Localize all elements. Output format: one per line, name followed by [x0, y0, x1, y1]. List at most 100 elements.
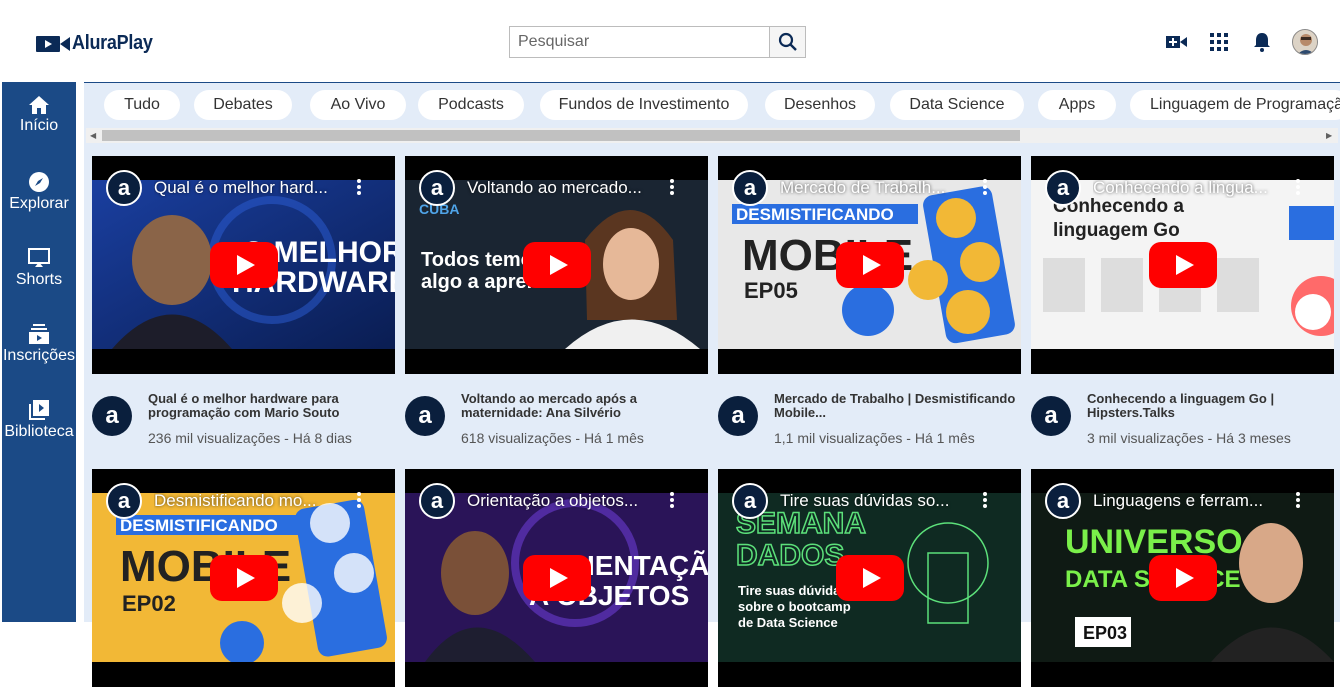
sidebar-item-label: Shorts [15, 271, 63, 288]
sidebar-item-label: Biblioteca [4, 423, 74, 440]
search-input[interactable] [509, 26, 769, 58]
svg-text:sobre o bootcamp: sobre o bootcamp [738, 599, 851, 614]
chip-apps[interactable]: Apps [1038, 90, 1116, 120]
channel-logo-icon[interactable]: a [732, 483, 768, 519]
video-meta: a Conhecendo a linguagem Go | Hipsters.T… [1031, 388, 1334, 448]
more-options-icon[interactable] [980, 178, 990, 196]
play-button-icon[interactable] [836, 555, 904, 601]
video-title[interactable]: Mercado de Trabalho | Desmistificando Mo… [774, 392, 1021, 420]
more-options-icon[interactable] [354, 491, 364, 509]
more-options-icon[interactable] [354, 178, 364, 196]
logo-camera-icon [36, 35, 70, 52]
chip-podcasts[interactable]: Podcasts [418, 90, 524, 120]
channel-logo-icon[interactable]: a [1045, 170, 1081, 206]
video-thumbnail[interactable]: Conhecendo a linguagem Go a Conhecendo a… [1031, 156, 1334, 374]
video-thumbnail[interactable]: UNIVERSO DATA SCIENCE EP03 a Linguagens … [1031, 469, 1334, 687]
channel-logo-icon[interactable]: a [106, 170, 142, 206]
svg-text:de Data Science: de Data Science [738, 615, 838, 630]
video-meta: a Qual é o melhor hardware para programa… [92, 388, 395, 448]
video-thumbnail[interactable]: ORIENTAÇÃO A OBJETOS a Orientação a obje… [405, 469, 708, 687]
sidebar-item-label: Início [19, 117, 59, 134]
overlay-title: Tire suas dúvidas so... [780, 491, 950, 510]
chip-desenhos[interactable]: Desenhos [765, 90, 875, 120]
svg-text:EP05: EP05 [744, 278, 798, 303]
sidebar-item-shorts[interactable]: Shorts [2, 248, 76, 289]
video-meta: a Voltando ao mercado após a maternidade… [405, 388, 708, 448]
overlay-title: Qual é o melhor hard... [154, 178, 328, 197]
apps-button[interactable] [1207, 30, 1231, 54]
play-button-icon[interactable] [210, 242, 278, 288]
scroll-right-arrow-icon[interactable]: ▶ [1326, 131, 1332, 140]
video-stats: 618 visualizações - Há 1 mês [461, 430, 644, 446]
search-button[interactable] [769, 26, 806, 58]
more-options-icon[interactable] [667, 491, 677, 509]
channel-logo-icon[interactable]: a [1045, 483, 1081, 519]
apps-grid-icon [1210, 33, 1228, 51]
bell-icon [1254, 33, 1270, 52]
video-thumbnail[interactable]: O MELHOR HARDWARE a Qual é o melhor hard… [92, 156, 395, 374]
sidebar-item-explorar[interactable]: Explorar [2, 172, 76, 213]
channel-logo-icon[interactable]: a [419, 170, 455, 206]
video-title[interactable]: Qual é o melhor hardware para programaçã… [148, 392, 395, 420]
scrollbar-thumb[interactable] [102, 130, 1020, 141]
chips-horizontal-scrollbar[interactable]: ◀ ▶ [86, 128, 1338, 143]
chip-fundos-de-investimento[interactable]: Fundos de Investimento [540, 90, 748, 120]
video-camera-add-icon [1166, 36, 1187, 48]
sidebar: Início Explorar Shorts Inscrições Biblio… [2, 82, 76, 622]
video-thumbnail[interactable]: DESMISTIFICANDO MOBILE EP02 a Desmistifi… [92, 469, 395, 687]
svg-text:Tire suas dúvidas: Tire suas dúvidas [738, 583, 848, 598]
search-bar [509, 26, 806, 58]
notifications-button[interactable] [1250, 30, 1274, 54]
more-options-icon[interactable] [1293, 491, 1303, 509]
svg-text:EP02: EP02 [122, 591, 176, 616]
overlay-title: Conhecendo a lingua... [1093, 178, 1268, 197]
scroll-left-arrow-icon[interactable]: ◀ [90, 131, 96, 140]
chip-debates[interactable]: Debates [194, 90, 292, 120]
video-thumbnail[interactable]: DESMISTIFICANDO MOBILE EP05 a Mercado de… [718, 156, 1021, 374]
more-options-icon[interactable] [1293, 178, 1303, 196]
chip-ao-vivo[interactable]: Ao Vivo [310, 90, 406, 120]
video-title[interactable]: Conhecendo a linguagem Go | Hipsters.Tal… [1087, 392, 1334, 420]
video-thumbnail[interactable]: CUBA Todos temos algo a aprender a Volta… [405, 156, 708, 374]
svg-text:DADOS: DADOS [736, 539, 844, 572]
video-thumbnail[interactable]: SEMANA DADOS Tire suas dúvidas sobre o b… [718, 469, 1021, 687]
logo-text: AluraPlay [72, 32, 153, 54]
chip-tudo[interactable]: Tudo [104, 90, 180, 120]
svg-text:EP03: EP03 [1083, 623, 1127, 643]
video-stats: 236 mil visualizações - Há 8 dias [148, 430, 352, 446]
home-icon [29, 96, 49, 114]
svg-text:linguagem Go: linguagem Go [1053, 220, 1180, 241]
shorts-icon [28, 248, 50, 267]
more-options-icon[interactable] [980, 491, 990, 509]
video-title[interactable]: Voltando ao mercado após a maternidade: … [461, 392, 708, 420]
channel-avatar[interactable]: a [718, 396, 758, 436]
sidebar-item-biblioteca[interactable]: Biblioteca [2, 400, 76, 441]
category-chips: Tudo Debates Ao Vivo Podcasts Fundos de … [84, 83, 1340, 128]
play-button-icon[interactable] [523, 242, 591, 288]
play-button-icon[interactable] [836, 242, 904, 288]
chip-linguagem-de-programacao[interactable]: Linguagem de Programação [1130, 90, 1340, 120]
channel-logo-icon[interactable]: a [419, 483, 455, 519]
video-meta: a Mercado de Trabalho | Desmistificando … [718, 388, 1021, 448]
more-options-icon[interactable] [667, 178, 677, 196]
channel-avatar[interactable]: a [405, 396, 445, 436]
sidebar-item-inicio[interactable]: Início [2, 96, 76, 135]
play-button-icon[interactable] [1149, 242, 1217, 288]
play-button-icon[interactable] [523, 555, 591, 601]
avatar[interactable] [1292, 29, 1318, 55]
overlay-title: Linguagens e ferram... [1093, 491, 1264, 510]
overlay-title: Voltando ao mercado... [467, 178, 642, 197]
play-button-icon[interactable] [1149, 555, 1217, 601]
chip-data-science[interactable]: Data Science [890, 90, 1024, 120]
compass-icon [29, 172, 49, 192]
create-video-button[interactable] [1165, 30, 1189, 54]
overlay-title: Desmistificando mo... [154, 491, 317, 510]
video-stats: 3 mil visualizações - Há 3 meses [1087, 430, 1291, 446]
channel-logo-icon[interactable]: a [732, 170, 768, 206]
play-button-icon[interactable] [210, 555, 278, 601]
sidebar-item-inscricoes[interactable]: Inscrições [2, 324, 76, 365]
channel-avatar[interactable]: a [1031, 396, 1071, 436]
channel-avatar[interactable]: a [92, 396, 132, 436]
channel-logo-icon[interactable]: a [106, 483, 142, 519]
alura-play-logo[interactable]: AluraPlay [36, 32, 162, 55]
